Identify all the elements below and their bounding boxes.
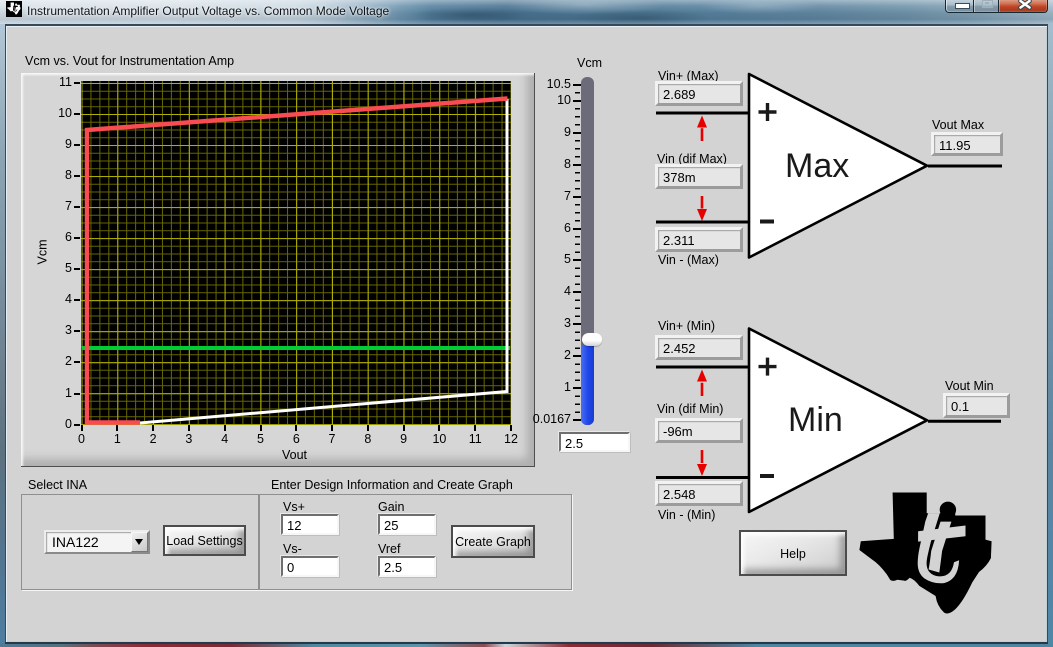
- svg-text:Max: Max: [785, 147, 849, 185]
- svg-text:Min: Min: [788, 401, 843, 439]
